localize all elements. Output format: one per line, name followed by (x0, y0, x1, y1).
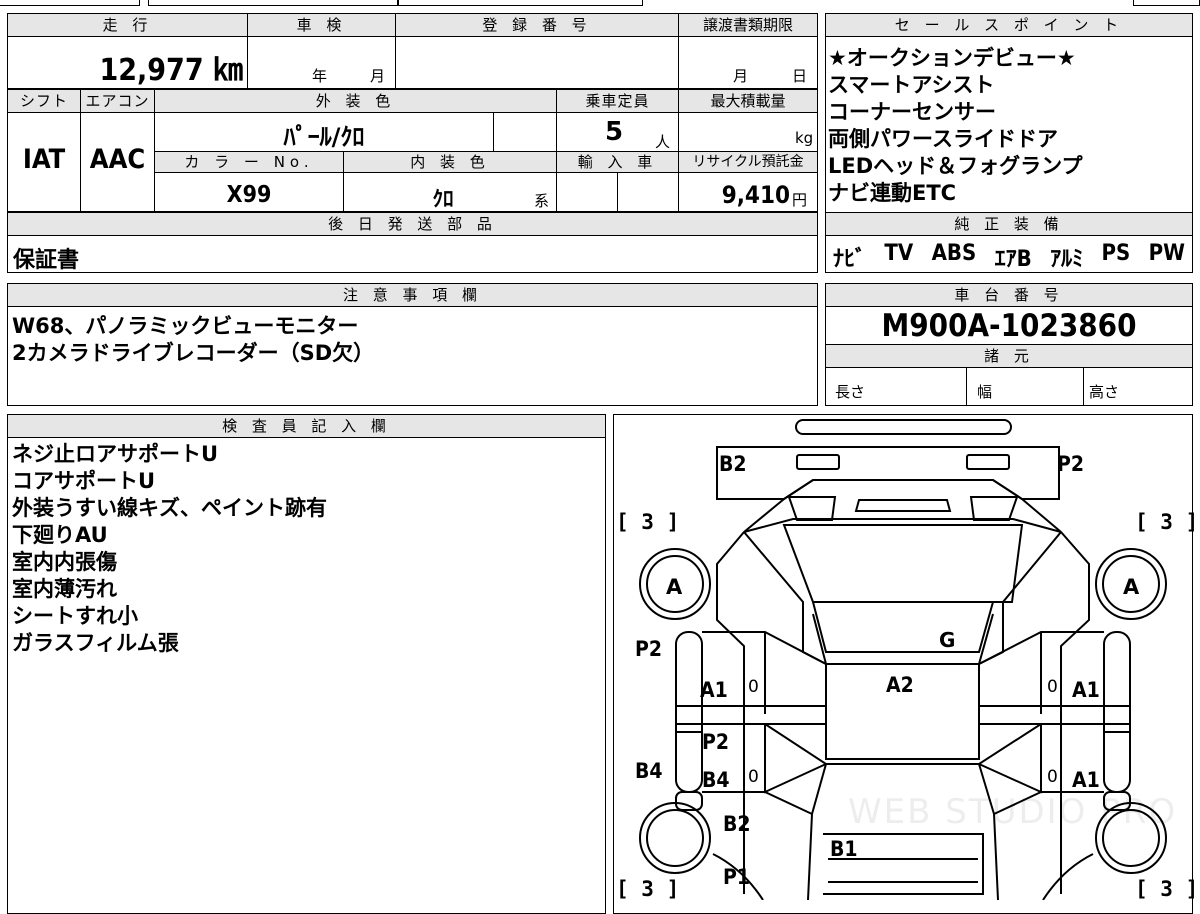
sales-point-item: LEDヘッド＆フォグランプ (828, 154, 1083, 178)
sales-point-item: コーナーセンサー (828, 100, 996, 124)
color-no-header: カ ラ ー No. (154, 151, 344, 173)
damage-zero-1: 0 (748, 677, 759, 697)
equipment-item-navi: ﾅﾋﾞ (833, 247, 867, 272)
spec-width-label: 幅 (977, 383, 993, 401)
damage-label-mid-b4: B4 (702, 768, 730, 792)
bracket-label-bl: [ 3 ] (616, 877, 680, 901)
deadline-header: 譲渡書類期限 (678, 13, 818, 37)
inspector-panel: 検 査 員 記 入 欄 ネジ止ロアサポートU コアサポートU 外装うすい線キズ、… (7, 414, 606, 914)
damage-label-left-a1: A1 (700, 678, 728, 702)
sales-points-list: ★オークションデビュー★ スマートアシスト コーナーセンサー 両側パワースライド… (828, 45, 1190, 207)
damage-label-tire-rl: A (666, 575, 683, 599)
chassis-header: 車 台 番 号 (825, 283, 1193, 307)
chassis-number: M900A-1023860 (881, 308, 1137, 344)
damage-label-front-b2: B2 (723, 812, 751, 836)
damage-label-roof-a2: A2 (886, 673, 914, 697)
sales-point-item: スマートアシスト (828, 73, 995, 97)
inspection-month-label: 月 (370, 67, 386, 85)
sales-points-header: セ ー ル ス ポ イ ン ト (825, 13, 1193, 37)
capacity-unit: 人 (655, 133, 671, 151)
inspector-header: 検 査 員 記 入 欄 (7, 414, 606, 438)
color-no-value: X99 (226, 182, 272, 208)
equipment-item-alloy: ｱﾙﾐ (1050, 247, 1084, 272)
recycle-unit: 円 (792, 191, 808, 209)
shift-value: IAT (22, 144, 66, 175)
recycle-header: リサイクル預託金 (678, 151, 818, 173)
inspector-line: ガラスフィルム張 (12, 631, 179, 655)
inspection-header: 車 検 (247, 13, 396, 37)
equipment-item-abs: ABS (931, 241, 977, 266)
car-condition-diagram: B2 P2 [ 3 ] [ 3 ] A A G P2 A1 0 A2 0 A1 … (613, 414, 1198, 914)
notes-header: 注 意 事 項 欄 (7, 283, 818, 307)
later-parts-header: 後 日 発 送 部 品 (7, 212, 818, 236)
equipment-list: ﾅﾋﾞ TV ABS ｴｱB ｱﾙﾐ PS PW (825, 241, 1193, 273)
inspector-line: 下廻りAU (12, 523, 108, 547)
equipment-item-ps: PS (1101, 241, 1131, 266)
damage-label-right-a1-2: A1 (1072, 768, 1100, 792)
mileage-value: 12,977 ㎞ (99, 53, 243, 88)
notes-line: W68、パノラミックビューモニター (12, 314, 359, 338)
inspector-line: 室内薄汚れ (12, 577, 117, 601)
inspector-line: 室内内張傷 (12, 550, 117, 574)
shift-header: シフト (7, 89, 81, 113)
vehicle-info-table: 走 行 車 検 登 録 番 号 譲渡書類期限 12,977 ㎞ 年 月 月 日 … (7, 13, 818, 273)
damage-label-tire-rr: A (1123, 575, 1140, 599)
bracket-label-br: [ 3 ] (1135, 877, 1199, 901)
notes-line: 2カメラドライブレコーダー（SD欠） (12, 341, 375, 365)
chassis-panel: 車 台 番 号 M900A-1023860 諸 元 長さ 幅 高さ (825, 283, 1193, 406)
capacity-header: 乗車定員 (556, 89, 679, 113)
notes-panel: 注 意 事 項 欄 W68、パノラミックビューモニター 2カメラドライブレコーダ… (7, 283, 818, 406)
sales-point-item: ナビ連動ETC (828, 181, 957, 205)
sales-points-panel: セ ー ル ス ポ イ ン ト ★オークションデビュー★ スマートアシスト コー… (825, 13, 1193, 273)
sales-point-item: ★オークションデビュー★ (828, 46, 1076, 70)
damage-zero-2: 0 (1047, 677, 1058, 697)
equipment-item-pw: PW (1148, 241, 1185, 266)
damage-label-mid-p2: P2 (702, 730, 729, 754)
deadline-day-label: 日 (792, 67, 808, 85)
ac-value: AAC (89, 144, 146, 175)
inspection-year-label: 年 (312, 67, 328, 85)
damage-zero-3: 0 (748, 767, 759, 787)
equipment-item-tv: TV (884, 241, 914, 266)
equipment-item-airbag: ｴｱB (994, 247, 1032, 272)
damage-label-b2-rear: B2 (719, 452, 747, 476)
later-parts-value: 保証書 (13, 248, 80, 273)
damage-label-right-a1: A1 (1072, 678, 1100, 702)
max-load-header: 最大積載量 (678, 89, 818, 113)
top-strip (0, 0, 1200, 6)
inspector-line: 外装うすい線キズ、ペイント跡有 (12, 496, 327, 520)
damage-label-glass: G (939, 628, 956, 652)
inspector-line: コアサポートU (12, 469, 156, 493)
interior-color-value: ｸﾛ (432, 187, 454, 211)
import-header: 輸 入 車 (556, 151, 679, 173)
capacity-value: 5 (605, 117, 624, 147)
interior-suffix: 系 (534, 192, 550, 210)
watermark: WEB STUDIO PRO (848, 792, 1178, 832)
equipment-header: 純 正 装 備 (825, 212, 1193, 236)
bracket-label-tr: [ 3 ] (1135, 510, 1199, 534)
sales-point-item: 両側パワースライドドア (828, 127, 1058, 151)
max-load-unit: kg (795, 129, 814, 147)
deadline-month-label: 月 (733, 67, 749, 85)
damage-label-front-p1: P1 (723, 865, 750, 889)
damage-label-left-b4: B4 (635, 759, 663, 783)
damage-label-p2-rear: P2 (1057, 452, 1084, 476)
inspector-line: シートすれ小 (12, 604, 138, 628)
interior-header: 内 装 色 (343, 151, 557, 173)
inspector-line: ネジ止ロアサポートU (12, 442, 219, 466)
damage-zero-4: 0 (1047, 767, 1058, 787)
damage-label-front-b1: B1 (830, 837, 858, 861)
mileage-header: 走 行 (7, 13, 248, 37)
ac-header: エアコン (80, 89, 155, 113)
damage-label-left-p2: P2 (635, 637, 662, 661)
exterior-header: 外 装 色 (154, 89, 557, 113)
spec-height-label: 高さ (1089, 383, 1120, 401)
recycle-fee-value: 9,410 (721, 181, 790, 209)
exterior-color-value: ﾊﾟｰﾙ/ｸﾛ (283, 123, 365, 151)
spec-length-label: 長さ (835, 383, 866, 401)
specs-header: 諸 元 (825, 344, 1193, 368)
registration-header: 登 録 番 号 (395, 13, 679, 37)
bracket-label-tl: [ 3 ] (616, 510, 680, 534)
